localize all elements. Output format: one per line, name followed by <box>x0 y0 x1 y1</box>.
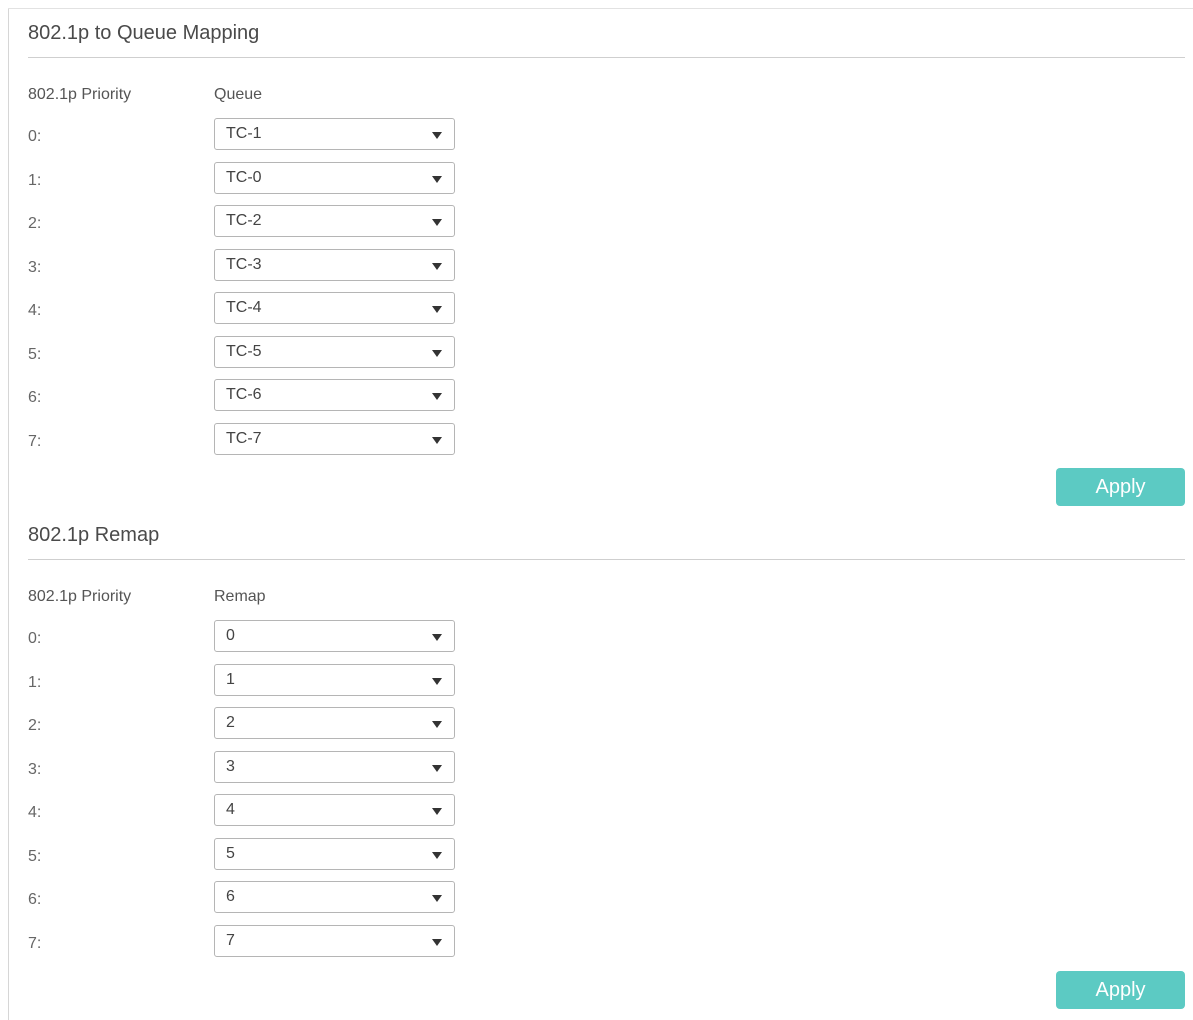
remap-select-3[interactable]: 3 <box>214 750 455 783</box>
chevron-down-icon <box>432 634 442 641</box>
remap-row-5: 5: 5 <box>28 837 1185 882</box>
queue-select-7[interactable]: TC-7 <box>214 422 455 455</box>
queue-select-value: TC-6 <box>226 386 262 403</box>
queue-select-1[interactable]: TC-0 <box>214 161 455 194</box>
chevron-down-icon <box>432 851 442 859</box>
priority-label: 0: <box>28 128 42 145</box>
chevron-down-icon <box>432 721 442 728</box>
priority-column-header: 802.1p Priority <box>28 86 132 103</box>
mapping-row-4: 4: TC-4 <box>28 292 1185 336</box>
remap-apply-button[interactable]: Apply <box>1056 971 1185 1009</box>
priority-label: 6: <box>28 389 42 406</box>
queue-select-value: TC-4 <box>226 299 262 316</box>
remap-row-4: 4: 4 <box>28 794 1185 838</box>
queue-mapping-section: 802.1p to Queue Mapping 802.1p Priority … <box>28 13 1185 466</box>
queue-select-value: TC-2 <box>226 212 262 229</box>
frame-left-border <box>8 8 9 1020</box>
remap-column-header: Remap <box>214 588 266 605</box>
remap-select-0[interactable]: 0 <box>214 620 455 652</box>
queue-select-5[interactable]: TC-5 <box>214 335 455 368</box>
remap-select-1[interactable]: 1 <box>214 663 455 696</box>
priority-label: 4: <box>28 804 42 821</box>
remap-select-value: 4 <box>226 801 235 818</box>
priority-label: 3: <box>28 760 42 778</box>
queue-select-6[interactable]: TC-6 <box>214 379 455 411</box>
chevron-down-icon <box>432 219 442 226</box>
chevron-down-icon <box>432 895 442 902</box>
queue-select-value: TC-7 <box>226 429 262 447</box>
mapping-row-6: 6: TC-6 <box>28 379 1185 423</box>
remap-row-2: 2: 2 <box>28 707 1185 751</box>
remap-select-value: 6 <box>226 888 235 905</box>
remap-select-5[interactable]: 5 <box>214 837 455 870</box>
remap-row-3: 3: 3 <box>28 750 1185 795</box>
chevron-down-icon <box>432 808 442 815</box>
priority-label: 2: <box>28 215 42 232</box>
mapping-row-5: 5: TC-5 <box>28 335 1185 380</box>
remap-row-1: 1: 1 <box>28 663 1185 708</box>
remap-select-4[interactable]: 4 <box>214 794 455 826</box>
queue-select-3[interactable]: TC-3 <box>214 248 455 281</box>
remap-select-value: 0 <box>226 627 235 644</box>
priority-label: 2: <box>28 717 42 734</box>
mapping-row-0: 0: TC-1 <box>28 118 1185 162</box>
priority-column-header: 802.1p Priority <box>28 588 132 605</box>
mapping-row-1: 1: TC-0 <box>28 161 1185 206</box>
priority-label: 3: <box>28 258 42 276</box>
queue-select-2[interactable]: TC-2 <box>214 205 455 237</box>
priority-label: 7: <box>28 432 42 450</box>
remap-row-7: 7: 7 <box>28 924 1185 969</box>
section-title: 802.1p Remap <box>28 515 1185 560</box>
remap-select-7[interactable]: 7 <box>214 924 455 957</box>
frame-top-border <box>8 8 1193 9</box>
queue-mapping-apply-button[interactable]: Apply <box>1056 468 1185 506</box>
queue-select-4[interactable]: TC-4 <box>214 292 455 324</box>
priority-label: 5: <box>28 847 42 865</box>
priority-label: 6: <box>28 891 42 908</box>
queue-select-value: TC-1 <box>226 125 262 142</box>
chevron-down-icon <box>432 132 442 139</box>
queue-column-header: Queue <box>214 86 263 103</box>
queue-select-value: TC-0 <box>226 168 262 186</box>
queue-select-0[interactable]: TC-1 <box>214 118 455 150</box>
chevron-down-icon <box>432 306 442 313</box>
chevron-down-icon <box>432 938 442 946</box>
mapping-row-7: 7: TC-7 <box>28 422 1185 467</box>
remap-select-2[interactable]: 2 <box>214 707 455 739</box>
priority-label: 0: <box>28 630 42 647</box>
mapping-row-3: 3: TC-3 <box>28 248 1185 293</box>
priority-label: 5: <box>28 345 42 363</box>
chevron-down-icon <box>432 393 442 400</box>
chevron-down-icon <box>432 175 442 183</box>
queue-select-value: TC-3 <box>226 255 262 273</box>
remap-row-0: 0: 0 <box>28 620 1185 664</box>
mapping-row-2: 2: TC-2 <box>28 205 1185 249</box>
remap-select-value: 3 <box>226 757 235 775</box>
remap-select-6[interactable]: 6 <box>214 881 455 913</box>
queue-select-value: TC-5 <box>226 342 262 360</box>
column-headers: 802.1p Priority Remap <box>28 580 1185 620</box>
priority-label: 1: <box>28 171 42 189</box>
remap-select-value: 1 <box>226 670 235 688</box>
remap-select-value: 2 <box>226 714 235 731</box>
chevron-down-icon <box>432 349 442 357</box>
chevron-down-icon <box>432 764 442 772</box>
remap-select-value: 5 <box>226 844 235 862</box>
priority-label: 4: <box>28 302 42 319</box>
remap-section: 802.1p Remap 802.1p Priority Remap 0: 0 … <box>28 515 1185 968</box>
chevron-down-icon <box>432 677 442 685</box>
remap-row-6: 6: 6 <box>28 881 1185 925</box>
chevron-down-icon <box>432 436 442 444</box>
remap-select-value: 7 <box>226 931 235 949</box>
priority-label: 1: <box>28 673 42 691</box>
priority-label: 7: <box>28 934 42 952</box>
section-title: 802.1p to Queue Mapping <box>28 13 1185 58</box>
column-headers: 802.1p Priority Queue <box>28 78 1185 118</box>
chevron-down-icon <box>432 262 442 270</box>
